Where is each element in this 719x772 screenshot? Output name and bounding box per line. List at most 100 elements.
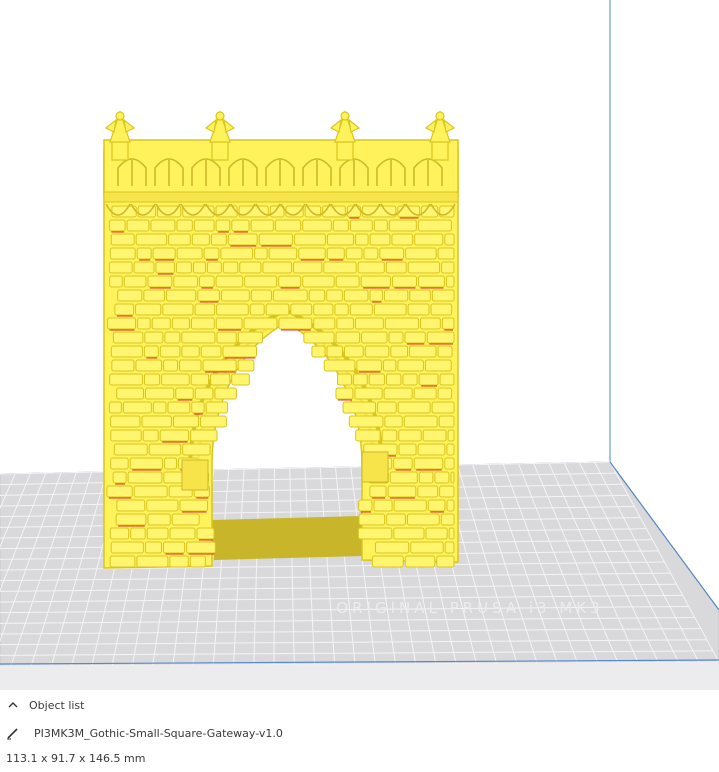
stone-brick bbox=[414, 233, 444, 246]
object-row[interactable]: PI3MK3M_Gothic-Small-Square-Gateway-v1.0 bbox=[6, 726, 283, 740]
stone-brick bbox=[215, 317, 243, 330]
stone-brick bbox=[431, 401, 455, 414]
pinnacle-leaf bbox=[223, 118, 236, 133]
stone-brick bbox=[190, 317, 215, 330]
stone-brick bbox=[220, 247, 254, 260]
stone-brick bbox=[262, 261, 293, 274]
stone-brick bbox=[352, 373, 368, 386]
stone-brick bbox=[272, 289, 308, 302]
stone-brick bbox=[113, 443, 148, 456]
stone-brick bbox=[116, 499, 146, 512]
stone-brick bbox=[210, 233, 227, 246]
stone-brick bbox=[450, 471, 455, 484]
stone-brick bbox=[448, 527, 455, 540]
stone-brick bbox=[418, 373, 439, 386]
stone-brick bbox=[379, 247, 405, 260]
stone-brick bbox=[371, 555, 404, 568]
stone-brick bbox=[357, 261, 385, 274]
stone-brick bbox=[109, 527, 130, 540]
stone-brick bbox=[360, 275, 391, 288]
stone-brick bbox=[402, 373, 418, 386]
pencil-icon[interactable] bbox=[6, 726, 20, 740]
stone-brick bbox=[148, 443, 182, 456]
stone-brick bbox=[249, 303, 265, 316]
stone-brick bbox=[326, 289, 343, 302]
stone-brick bbox=[363, 247, 379, 260]
stone-brick bbox=[150, 219, 176, 232]
stone-brick bbox=[130, 527, 146, 540]
object-name: PI3MK3M_Gothic-Small-Square-Gateway-v1.0 bbox=[34, 726, 283, 740]
stone-brick bbox=[426, 331, 455, 344]
stone-brick bbox=[417, 485, 439, 498]
pinnacle-leaf bbox=[424, 118, 437, 133]
stone-brick bbox=[163, 457, 177, 470]
stone-brick bbox=[171, 317, 190, 330]
pinnacle-base bbox=[431, 139, 449, 161]
stone-brick bbox=[444, 457, 455, 470]
stone-brick bbox=[302, 219, 332, 232]
stone-brick bbox=[142, 429, 159, 442]
stone-brick bbox=[374, 541, 410, 554]
stone-brick bbox=[303, 331, 335, 344]
pinnacle-finial bbox=[115, 111, 125, 121]
stone-brick bbox=[397, 359, 424, 372]
stone-brick bbox=[197, 289, 220, 302]
stone-brick bbox=[123, 275, 147, 288]
stone-brick bbox=[388, 331, 404, 344]
stone-brick bbox=[222, 261, 239, 274]
stone-brick bbox=[181, 331, 216, 344]
stone-brick bbox=[176, 247, 203, 260]
pinnacle-leaf bbox=[329, 118, 342, 133]
stone-brick bbox=[278, 275, 302, 288]
stone-brick bbox=[387, 485, 417, 498]
stone-brick bbox=[349, 219, 373, 232]
stone-brick bbox=[409, 289, 431, 302]
object-list-header[interactable]: Object list bbox=[6, 698, 84, 712]
3d-viewport[interactable]: ORIGINAL PRUSA i3 MK3 bbox=[0, 0, 719, 690]
stone-brick bbox=[302, 275, 335, 288]
stone-brick bbox=[179, 359, 202, 372]
stone-brick bbox=[358, 499, 373, 512]
arch-capital-right bbox=[361, 451, 389, 483]
stone-brick bbox=[311, 345, 326, 358]
stone-brick bbox=[175, 261, 192, 274]
stone-brick bbox=[427, 499, 446, 512]
stone-brick bbox=[171, 513, 200, 526]
stone-brick bbox=[161, 373, 190, 386]
stone-brick bbox=[398, 429, 422, 442]
stone-brick bbox=[268, 247, 298, 260]
stone-brick bbox=[348, 415, 384, 428]
stone-brick bbox=[391, 275, 417, 288]
stone-brick bbox=[152, 401, 167, 414]
stone-brick bbox=[437, 387, 453, 400]
stone-brick bbox=[182, 443, 211, 456]
stone-brick bbox=[205, 401, 229, 414]
stone-brick bbox=[417, 443, 446, 456]
stone-brick bbox=[108, 261, 133, 274]
stone-brick bbox=[447, 429, 455, 442]
model-floor bbox=[212, 516, 364, 560]
stone-brick bbox=[398, 443, 417, 456]
pinnacle-base bbox=[336, 139, 354, 161]
stone-brick bbox=[165, 289, 197, 302]
stone-brick bbox=[373, 499, 393, 512]
pinnacle-leaf bbox=[123, 118, 136, 133]
chevron-up-icon[interactable] bbox=[6, 698, 20, 712]
stone-brick bbox=[173, 275, 198, 288]
stone-brick bbox=[194, 387, 214, 400]
stone-brick bbox=[200, 345, 222, 358]
stone-brick bbox=[326, 247, 345, 260]
stone-brick bbox=[108, 219, 126, 232]
stone-brick bbox=[141, 415, 173, 428]
stone-brick bbox=[407, 303, 430, 316]
stone-brick bbox=[109, 275, 123, 288]
stone-brick bbox=[424, 359, 452, 372]
stone-brick bbox=[430, 303, 453, 316]
stone-brick bbox=[404, 331, 426, 344]
object-dimensions: 113.1 x 91.7 x 146.5 mm bbox=[6, 752, 145, 765]
stone-brick bbox=[108, 401, 122, 414]
stone-brick bbox=[106, 485, 133, 498]
object-list-label: Object list bbox=[29, 698, 85, 712]
stone-brick bbox=[373, 219, 388, 232]
stone-brick bbox=[194, 303, 216, 316]
